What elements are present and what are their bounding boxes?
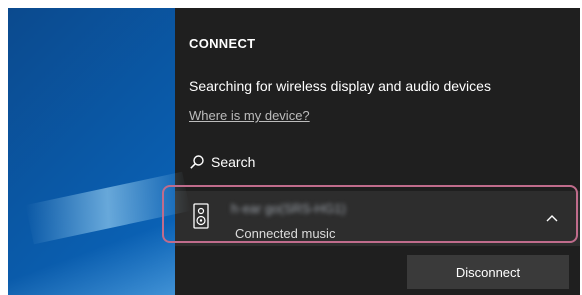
- search-button[interactable]: Search: [189, 151, 255, 173]
- disconnect-button[interactable]: Disconnect: [407, 255, 569, 289]
- connect-panel: CONNECT Searching for wireless display a…: [175, 8, 580, 295]
- search-icon: [189, 154, 205, 170]
- where-is-my-device-link[interactable]: Where is my device?: [189, 108, 310, 123]
- search-status-text: Searching for wireless display and audio…: [189, 78, 491, 94]
- search-label: Search: [211, 154, 256, 170]
- desktop-background: CONNECT Searching for wireless display a…: [8, 8, 580, 295]
- panel-title: CONNECT: [189, 36, 256, 51]
- device-highlight-frame: [162, 185, 578, 243]
